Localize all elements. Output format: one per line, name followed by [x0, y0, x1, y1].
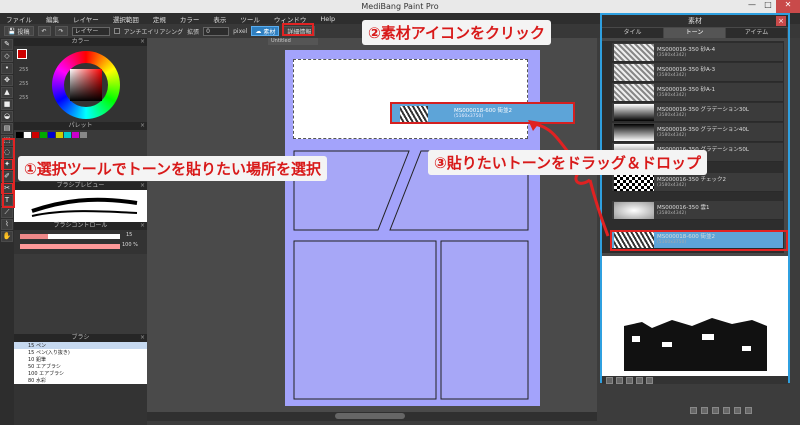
- annotation-arrows: [528, 120, 610, 237]
- callout-step3: ③貼りたいトーンをドラッグ＆ドロップ: [428, 150, 707, 175]
- highlight-material-button: [282, 23, 314, 36]
- highlight-selection-tools: [2, 138, 15, 208]
- callout-step2: ②素材アイコンをクリック: [362, 20, 551, 45]
- callout-step1: ①選択ツールでトーンを貼りたい場所を選択: [18, 156, 327, 181]
